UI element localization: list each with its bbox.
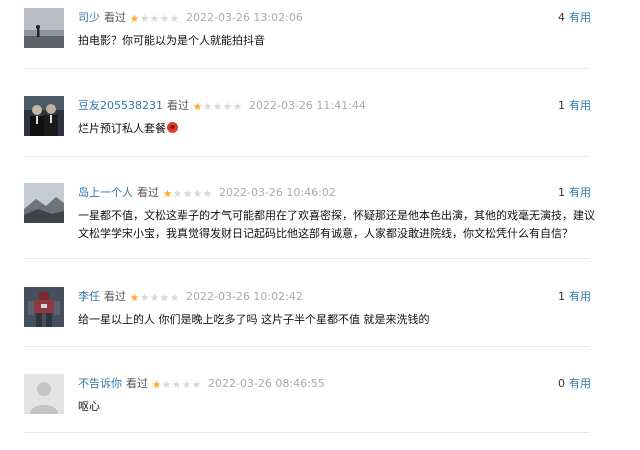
- star-empty-icon: [160, 13, 169, 23]
- comment-meta: 司少 看过 2022-03-26 13:02:06: [78, 11, 303, 25]
- angry-face-emoji-icon: [167, 122, 178, 133]
- username-link[interactable]: 李任: [78, 290, 100, 304]
- rating-stars: [193, 101, 243, 111]
- star-empty-icon: [140, 13, 149, 23]
- star-empty-icon: [182, 379, 191, 389]
- comment-time: 2022-03-26 11:41:44: [249, 99, 366, 112]
- divider: [24, 258, 590, 259]
- useful-vote[interactable]: 1 有用: [558, 290, 591, 304]
- useful-count: 0: [558, 377, 565, 390]
- comment-text: 呕心: [78, 398, 598, 416]
- comment-body: 一星都不值，文松这辈子的才气可能都用在了欢喜密探，怀疑那还是他本色出演，其他的戏…: [78, 209, 595, 240]
- useful-count: 1: [558, 186, 565, 199]
- user-avatar[interactable]: [24, 287, 64, 327]
- comment-meta: 不告诉你 看过 2022-03-26 08:46:55: [78, 377, 325, 391]
- star-filled-icon: [152, 379, 161, 389]
- star-empty-icon: [213, 101, 222, 111]
- star-empty-icon: [140, 292, 149, 302]
- default-user-avatar-icon: [24, 374, 64, 414]
- comment-body: 给一星以上的人 你们是晚上吃多了吗 这片子半个星都不值 就是来洗钱的: [78, 313, 430, 326]
- comment-body: 呕心: [78, 400, 100, 413]
- username-link[interactable]: 司少: [78, 11, 100, 25]
- comment-time: 2022-03-26 10:46:02: [219, 186, 336, 199]
- star-empty-icon: [173, 188, 182, 198]
- comment-text: 拍电影？你可能以为是个人就能拍抖音: [78, 32, 598, 50]
- star-filled-icon: [130, 13, 139, 23]
- useful-count: 4: [558, 11, 565, 24]
- star-filled-icon: [163, 188, 172, 198]
- watched-status: 看过: [167, 99, 189, 112]
- two-men-avatar-icon: [24, 96, 64, 136]
- user-avatar[interactable]: [24, 374, 64, 414]
- useful-count: 1: [558, 99, 565, 112]
- star-filled-icon: [130, 292, 139, 302]
- username-link[interactable]: 岛上一个人: [78, 186, 133, 200]
- comment-text: 烂片预订私人套餐: [78, 120, 598, 138]
- user-avatar[interactable]: [24, 8, 64, 48]
- username-link[interactable]: 豆友205538231: [78, 99, 163, 113]
- star-empty-icon: [192, 379, 201, 389]
- divider: [24, 68, 590, 69]
- rating-stars: [163, 188, 213, 198]
- rating-stars: [152, 379, 202, 389]
- comment-time: 2022-03-26 10:02:42: [186, 290, 303, 303]
- useful-vote[interactable]: 0 有用: [558, 377, 591, 391]
- comment-meta: 李任 看过 2022-03-26 10:02:42: [78, 290, 303, 304]
- star-empty-icon: [170, 13, 179, 23]
- silhouette-avatar-icon: [24, 8, 64, 48]
- comment-text: 给一星以上的人 你们是晚上吃多了吗 这片子半个星都不值 就是来洗钱的: [78, 311, 598, 329]
- comment-body: 烂片预订私人套餐: [78, 122, 166, 135]
- star-empty-icon: [193, 188, 202, 198]
- divider: [24, 432, 590, 433]
- star-empty-icon: [203, 101, 212, 111]
- star-empty-icon: [203, 188, 212, 198]
- user-avatar[interactable]: [24, 183, 64, 223]
- watched-status: 看过: [126, 377, 148, 390]
- watched-status: 看过: [104, 290, 126, 303]
- useful-button[interactable]: 有用: [569, 377, 591, 390]
- comment-meta: 岛上一个人 看过 2022-03-26 10:46:02: [78, 186, 336, 200]
- robot-avatar-icon: [24, 287, 64, 327]
- star-empty-icon: [183, 188, 192, 198]
- useful-vote[interactable]: 1 有用: [558, 99, 591, 113]
- username-link[interactable]: 不告诉你: [78, 377, 122, 391]
- star-empty-icon: [233, 101, 242, 111]
- useful-button[interactable]: 有用: [569, 186, 591, 199]
- useful-count: 1: [558, 290, 565, 303]
- comment-time: 2022-03-26 13:02:06: [186, 11, 303, 24]
- comment-body: 拍电影？你可能以为是个人就能拍抖音: [78, 34, 265, 47]
- divider: [24, 346, 590, 347]
- star-empty-icon: [172, 379, 181, 389]
- star-empty-icon: [223, 101, 232, 111]
- useful-vote[interactable]: 4 有用: [558, 11, 591, 25]
- star-empty-icon: [150, 13, 159, 23]
- useful-vote[interactable]: 1 有用: [558, 186, 591, 200]
- rating-stars: [130, 292, 180, 302]
- star-empty-icon: [160, 292, 169, 302]
- comment-meta: 豆友205538231 看过 2022-03-26 11:41:44: [78, 99, 366, 113]
- rating-stars: [130, 13, 180, 23]
- user-avatar[interactable]: [24, 96, 64, 136]
- useful-button[interactable]: 有用: [569, 11, 591, 24]
- star-empty-icon: [150, 292, 159, 302]
- watched-status: 看过: [104, 11, 126, 24]
- watched-status: 看过: [137, 186, 159, 199]
- comment-text: 一星都不值，文松这辈子的才气可能都用在了欢喜密探，怀疑那还是他本色出演，其他的戏…: [78, 207, 598, 243]
- star-empty-icon: [162, 379, 171, 389]
- useful-button[interactable]: 有用: [569, 290, 591, 303]
- landscape-avatar-icon: [24, 183, 64, 223]
- comment-time: 2022-03-26 08:46:55: [208, 377, 325, 390]
- star-filled-icon: [193, 101, 202, 111]
- divider: [24, 156, 590, 157]
- useful-button[interactable]: 有用: [569, 99, 591, 112]
- star-empty-icon: [170, 292, 179, 302]
